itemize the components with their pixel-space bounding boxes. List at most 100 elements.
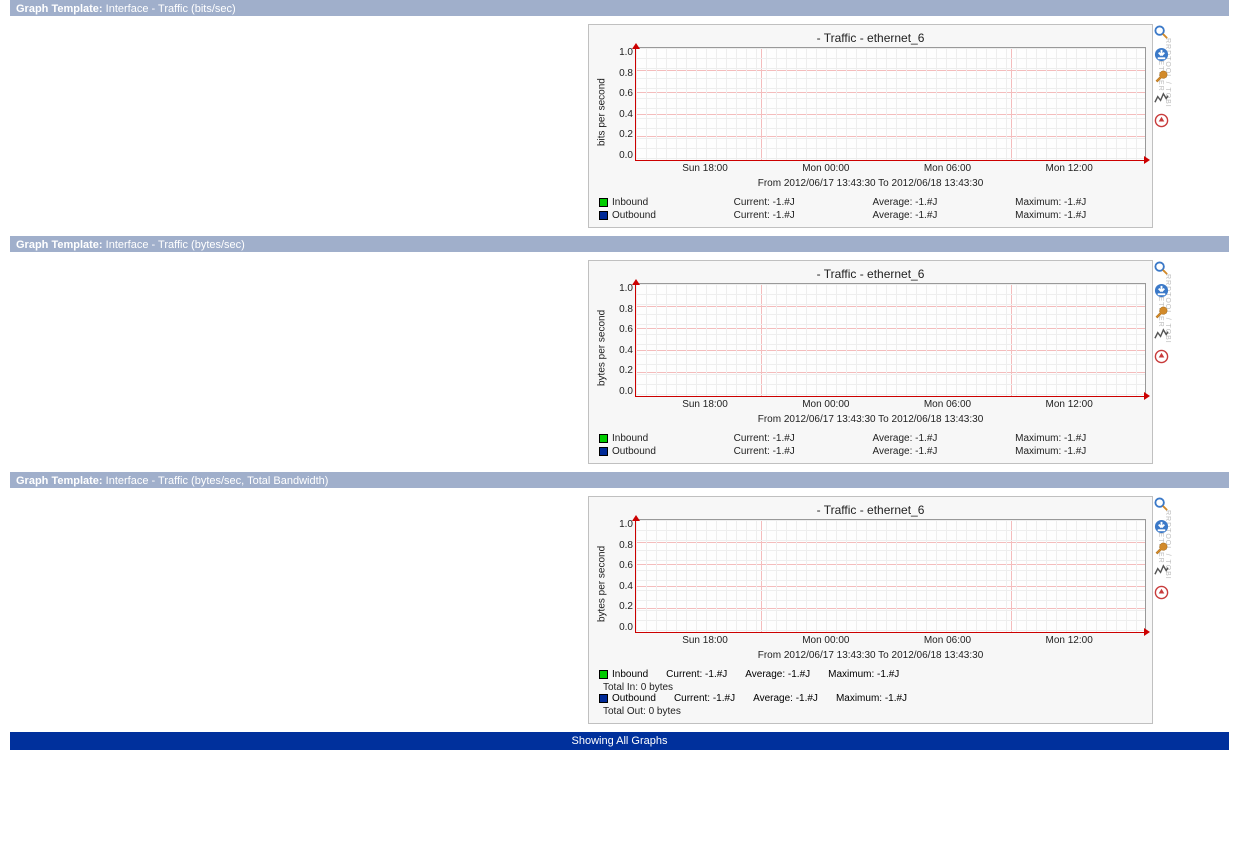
legend-series-name: Inbound [599,433,716,444]
realtime-icon[interactable] [1153,326,1169,342]
legend-label: Outbound [612,446,656,457]
y-tick: 0.8 [609,540,633,551]
legend-series-name: Outbound [599,446,716,457]
y-axis-ticks: 1.0 0.8 0.6 0.4 0.2 0.0 [609,283,635,413]
x-tick: Mon 00:00 [802,635,849,646]
zoom-icon[interactable] [1153,260,1169,276]
plot-area[interactable] [635,47,1146,161]
legend-series-name: Inbound [599,669,648,680]
section-header: Graph Template: Interface - Traffic (bit… [10,0,1229,16]
x-tick: Sun 18:00 [682,635,728,646]
legend: InboundCurrent: -1.#JAverage: -1.#JMaxim… [599,197,1146,221]
y-tick: 0.8 [609,68,633,79]
x-tick: Mon 12:00 [1046,635,1093,646]
section-header-label: Graph Template: [16,3,103,15]
realtime-icon[interactable] [1153,90,1169,106]
x-tick: Sun 18:00 [682,399,728,410]
y-tick: 1.0 [609,283,633,294]
x-axis-ticks: Sun 18:00 Mon 00:00 Mon 06:00 Mon 12:00 [635,635,1140,646]
y-tick: 0.0 [609,150,633,161]
legend: Inbound Current: -1.#J Average: -1.#J Maxim… [599,669,1146,717]
wrench-icon[interactable] [1153,540,1169,556]
page-top-icon[interactable] [1153,112,1169,128]
page-top-icon[interactable] [1153,348,1169,364]
x-tick: Mon 06:00 [924,399,971,410]
page-top-icon[interactable] [1153,584,1169,600]
y-axis-ticks: 1.00.80.60.40.20.0 [609,47,635,177]
time-range: From 2012/06/17 13:43:30 To 2012/06/18 1… [595,178,1146,189]
plot-area[interactable] [635,519,1146,633]
graph-panel[interactable]: - Traffic - ethernet_6bytes per second1.… [588,496,1153,724]
x-tick: Mon 00:00 [802,399,849,410]
legend-maximum: Maximum: -1.#J [1015,197,1146,208]
legend-maximum: Maximum: -1.#J [828,669,899,680]
legend-series-name: Outbound [599,210,716,221]
legend-average: Average: -1.#J [745,669,810,680]
download-csv-icon[interactable] [1153,282,1169,298]
zoom-icon[interactable] [1153,24,1169,40]
section-header: Graph Template: Interface - Traffic (byt… [10,472,1229,488]
legend-total: Total In: 0 bytes [603,682,1146,693]
wrench-icon[interactable] [1153,68,1169,84]
y-tick: 0.6 [609,324,633,335]
graph-action-icons [1153,24,1169,128]
download-csv-icon[interactable] [1153,518,1169,534]
legend-current: Current: -1.#J [734,197,855,208]
y-tick: 0.0 [609,622,633,633]
x-tick: Mon 06:00 [924,635,971,646]
x-tick: Mon 12:00 [1046,399,1093,410]
legend-label: Outbound [612,693,656,704]
download-csv-icon[interactable] [1153,46,1169,62]
legend: Inbound Current: -1.#J Average: -1.#J Maxim… [599,433,1146,457]
y-tick: 0.4 [609,345,633,356]
graph-action-icons [1153,260,1169,364]
graph-title: - Traffic - ethernet_6 [595,267,1146,281]
section-body: - Traffic - ethernet_6bytes per second1.… [10,488,1229,732]
zoom-icon[interactable] [1153,496,1169,512]
legend-maximum: Maximum: -1.#J [1015,433,1146,444]
x-tick: Mon 12:00 [1046,163,1093,174]
section-header-value: Interface - Traffic (bits/sec) [106,3,236,15]
y-tick: 1.0 [609,47,633,58]
section-header-label: Graph Template: [16,239,103,251]
legend-swatch [599,447,608,456]
y-tick: 0.2 [609,365,633,376]
legend-swatch [599,434,608,443]
legend-swatch [599,198,608,207]
y-axis-label: bits per second [595,47,609,177]
graph-title: - Traffic - ethernet_6 [595,503,1146,517]
graph-panel[interactable]: - Traffic - ethernet_6bytes per second1.… [588,260,1153,464]
legend-current: Current: -1.#J [734,210,855,221]
legend-current: Current: -1.#J [734,433,855,444]
legend-average: Average: -1.#J [873,210,998,221]
section-header-value: Interface - Traffic (bytes/sec) [106,239,245,251]
legend-label: Inbound [612,433,648,444]
legend-swatch [599,694,608,703]
legend-current: Current: -1.#J [734,446,855,457]
graph-title: - Traffic - ethernet_6 [595,31,1146,45]
wrench-icon[interactable] [1153,304,1169,320]
legend-maximum: Maximum: -1.#J [1015,446,1146,457]
legend-average: Average: -1.#J [873,197,998,208]
y-tick: 0.4 [609,581,633,592]
legend-average: Average: -1.#J [753,693,818,704]
realtime-icon[interactable] [1153,562,1169,578]
time-range: From 2012/06/17 13:43:30 To 2012/06/18 1… [595,650,1146,661]
graph-panel[interactable]: - Traffic - ethernet_6bits per second1.0… [588,24,1153,228]
legend-maximum: Maximum: -1.#J [1015,210,1146,221]
legend-average: Average: -1.#J [873,446,998,457]
section-header: Graph Template: Interface - Traffic (byt… [10,236,1229,252]
y-tick: 0.8 [609,304,633,315]
legend-current: Current: -1.#J [666,669,727,680]
legend-current: Current: -1.#J [674,693,735,704]
section-header-label: Graph Template: [16,475,103,487]
plot-area[interactable] [635,283,1146,397]
y-tick: 0.0 [609,386,633,397]
y-tick: 0.2 [609,129,633,140]
legend-label: Inbound [612,669,648,680]
x-axis-ticks: Sun 18:00 Mon 00:00 Mon 06:00 Mon 12:00 [635,399,1140,410]
graph-action-icons [1153,496,1169,600]
x-tick: Mon 06:00 [924,163,971,174]
section-body: - Traffic - ethernet_6bytes per second1.… [10,252,1229,472]
time-range: From 2012/06/17 13:43:30 To 2012/06/18 1… [595,414,1146,425]
